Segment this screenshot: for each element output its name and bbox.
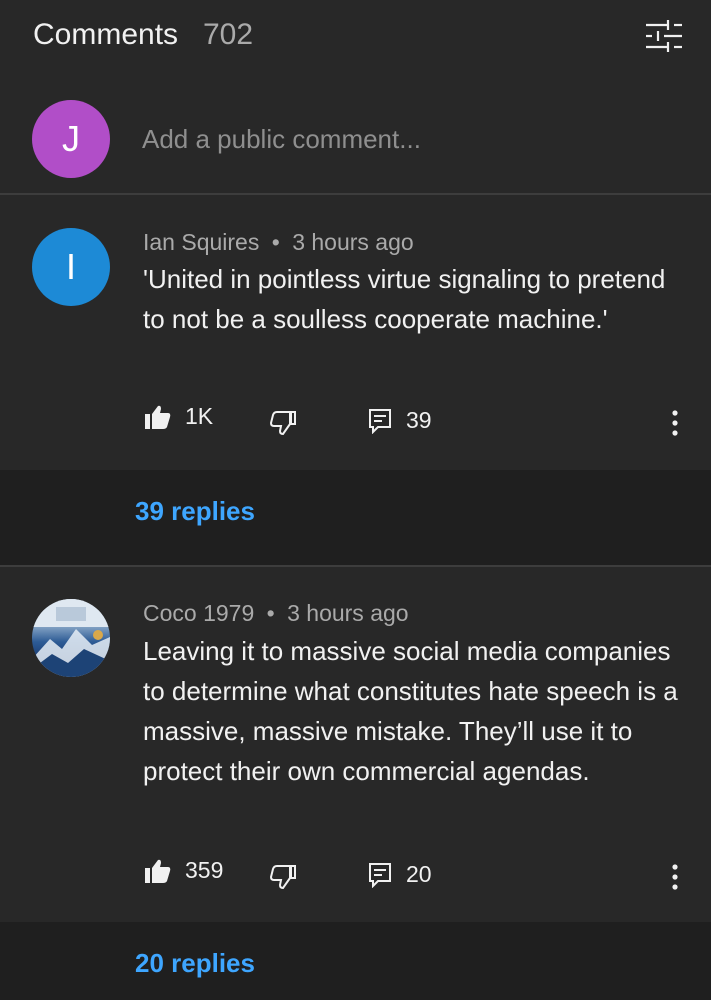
replies-bar: 20 replies [0, 922, 711, 1000]
comment-icon [369, 862, 391, 888]
thumbs-up-icon [145, 859, 171, 883]
comment-meta: Coco 1979 • 3 hours ago [143, 600, 409, 627]
meta-separator: • [271, 229, 280, 255]
view-replies-link[interactable]: 39 replies [135, 496, 255, 527]
add-comment-input[interactable]: Add a public comment... [142, 124, 421, 155]
replies-bar: 39 replies [0, 470, 711, 565]
comments-panel: Comments 702 J Add a public comment... I… [0, 0, 711, 1000]
comment-thread: I Ian Squires • 3 hours ago 'United in p… [0, 195, 711, 470]
sort-filter-button[interactable] [640, 16, 688, 56]
more-actions-button[interactable] [660, 403, 690, 443]
commenter-avatar-letter: I [65, 246, 76, 287]
like-count: 359 [185, 857, 224, 883]
comments-header: Comments 702 [0, 0, 711, 72]
more-actions-button[interactable] [660, 857, 690, 897]
user-avatar: J [32, 100, 110, 178]
dislike-button[interactable] [270, 411, 296, 435]
comment-author[interactable]: Ian Squires [143, 229, 259, 255]
like-button[interactable]: 1K [145, 403, 213, 430]
dislike-button[interactable] [270, 865, 296, 889]
reply-count: 20 [406, 861, 432, 887]
add-comment-row: J Add a public comment... [0, 90, 711, 190]
comment-icon [369, 408, 391, 434]
thumbs-up-icon [145, 405, 171, 429]
vertical-dots-icon [672, 864, 678, 890]
comments-count: 702 [203, 18, 254, 51]
comment-author[interactable]: Coco 1979 [143, 600, 254, 626]
like-count: 1K [185, 403, 214, 429]
comment-text: 'United in pointless virtue signaling to… [143, 264, 666, 334]
comment-time[interactable]: 3 hours ago [292, 229, 413, 255]
tune-sliders-icon [646, 20, 682, 52]
comment-thread: Coco 1979 • 3 hours ago Leaving it to ma… [0, 567, 711, 922]
meta-separator: • [266, 600, 275, 626]
commenter-avatar[interactable] [32, 599, 110, 677]
avatar-photo [32, 599, 110, 677]
view-replies-link[interactable]: 20 replies [135, 948, 255, 979]
thumbs-down-icon [270, 865, 296, 889]
comment-meta: Ian Squires • 3 hours ago [143, 229, 414, 256]
like-button[interactable]: 359 [145, 857, 223, 884]
comment-time[interactable]: 3 hours ago [287, 600, 408, 626]
vertical-dots-icon [672, 410, 678, 436]
comments-title: Comments [33, 18, 179, 51]
comment-text: Leaving it to massive social media compa… [143, 636, 678, 786]
thumbs-down-icon [270, 411, 296, 435]
commenter-avatar[interactable]: I [32, 228, 110, 306]
reply-button[interactable]: 20 [368, 861, 432, 888]
user-avatar-letter: J [62, 118, 80, 159]
reply-count: 39 [406, 407, 432, 433]
reply-button[interactable]: 39 [368, 407, 432, 434]
